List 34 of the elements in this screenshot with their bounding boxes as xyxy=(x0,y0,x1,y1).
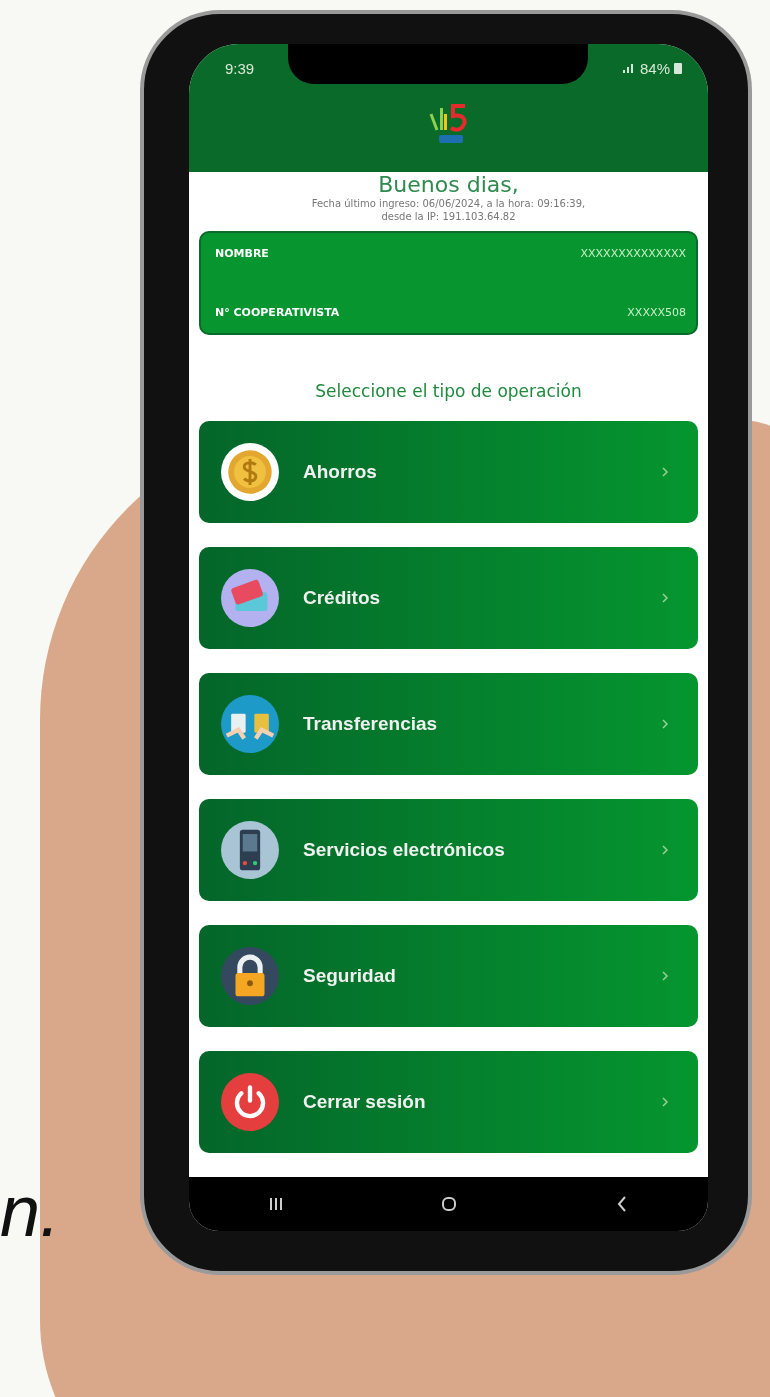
chevron-icon xyxy=(662,845,668,855)
recent-apps-icon[interactable] xyxy=(267,1196,284,1212)
power-icon xyxy=(221,1073,279,1131)
card-value: XXXXX508 xyxy=(627,306,686,319)
menu-item[interactable]: Ahorros xyxy=(199,421,698,523)
coin-icon xyxy=(221,443,279,501)
money-exchange-icon xyxy=(221,695,279,753)
last-login-text: Fecha último ingreso: 06/06/2024, a la hora: 09:16:39, xyxy=(311,197,586,210)
smartphone-icon xyxy=(221,821,279,879)
caption-text: n. xyxy=(0,1170,61,1252)
chevron-icon xyxy=(662,467,668,477)
menu-item[interactable]: Cerrar sesión xyxy=(199,1051,698,1153)
menu-item[interactable]: Servicios electrónicos xyxy=(199,799,698,901)
card-value: XXXXXXXXXXXXXX xyxy=(580,247,686,260)
chevron-icon xyxy=(662,971,668,981)
section-title: Seleccione el tipo de operación xyxy=(315,381,582,401)
last-login-text: desde la IP: 191.103.64.82 xyxy=(381,210,516,223)
menu-item[interactable]: Seguridad xyxy=(199,925,698,1027)
home-icon[interactable] xyxy=(440,1196,457,1212)
credit-cards-icon xyxy=(221,569,279,627)
status-time: 9:39 xyxy=(225,59,255,77)
card-label: N° COOPERATIVISTA xyxy=(215,306,340,319)
padlock-icon xyxy=(221,947,279,1005)
card-label: NOMBRE xyxy=(215,247,269,260)
menu-item[interactable]: Créditos xyxy=(199,547,698,649)
battery-level: 84% xyxy=(639,59,670,77)
chevron-icon xyxy=(662,1097,668,1107)
greeting-text: Buenos dias, xyxy=(378,172,519,197)
battery-icon xyxy=(674,62,682,74)
menu-item[interactable]: Transferencias xyxy=(199,673,698,775)
signal-icon xyxy=(621,62,636,74)
chevron-icon xyxy=(662,593,668,603)
chevron-icon xyxy=(662,719,668,729)
logo-icon xyxy=(428,102,469,146)
